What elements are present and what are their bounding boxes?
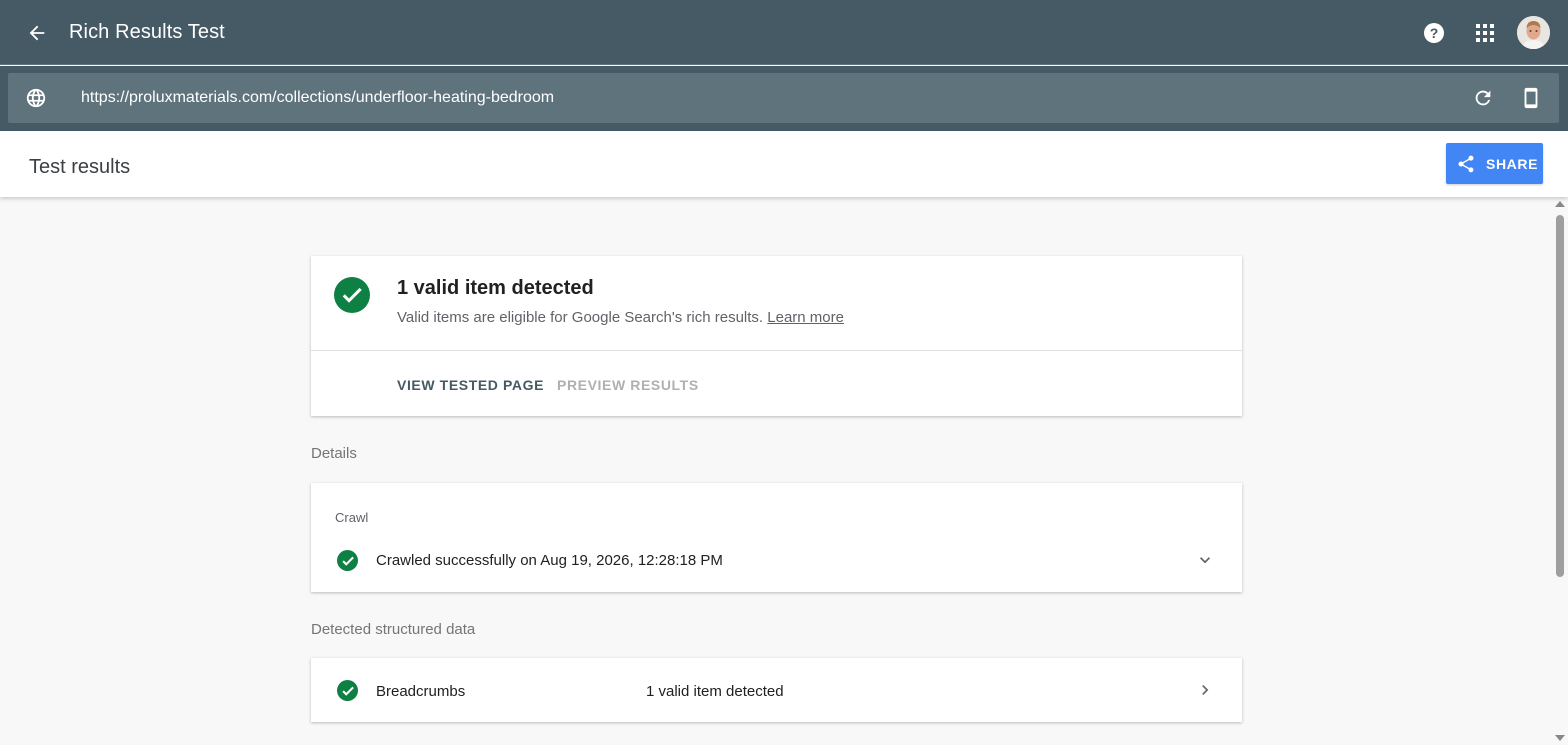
url-input[interactable]: https://proluxmaterials.com/collections/… xyxy=(81,89,554,107)
learn-more-link[interactable]: Learn more xyxy=(767,309,844,326)
smartphone-icon[interactable] xyxy=(1518,85,1544,111)
view-tested-page-button[interactable]: VIEW TESTED PAGE xyxy=(397,377,544,393)
url-bar[interactable]: https://proluxmaterials.com/collections/… xyxy=(8,73,1559,123)
structured-data-heading: Detected structured data xyxy=(311,621,476,638)
avatar[interactable] xyxy=(1517,16,1550,49)
scroll-up-arrow-icon[interactable] xyxy=(1555,201,1565,207)
url-band: https://proluxmaterials.com/collections/… xyxy=(0,66,1568,131)
crawl-card: Crawl Crawled successfully on Aug 19, 20… xyxy=(311,483,1242,592)
help-icon[interactable]: ? xyxy=(1420,19,1448,47)
crawl-label: Crawl xyxy=(335,510,369,525)
crawl-status-text: Crawled successfully on Aug 19, 2026, 12… xyxy=(376,552,723,569)
scroll-down-arrow-icon[interactable] xyxy=(1555,735,1565,741)
globe-icon xyxy=(25,87,47,109)
share-label: SHARE xyxy=(1486,155,1539,172)
chevron-right-icon[interactable] xyxy=(1193,678,1217,702)
breadcrumbs-row[interactable]: Breadcrumbs 1 valid item detected xyxy=(311,658,1242,722)
check-circle-icon xyxy=(337,550,358,571)
top-app-bar: Rich Results Test ? xyxy=(0,0,1568,65)
page-title: Test results xyxy=(29,156,131,178)
back-arrow-icon[interactable] xyxy=(22,18,52,48)
summary-subtitle: Valid items are eligible for Google Sear… xyxy=(397,309,844,326)
share-icon xyxy=(1456,154,1476,174)
share-button[interactable]: SHARE xyxy=(1446,143,1543,184)
details-heading: Details xyxy=(311,445,357,462)
check-circle-icon xyxy=(337,680,358,701)
check-circle-icon xyxy=(334,277,370,313)
svg-text:?: ? xyxy=(1430,25,1439,41)
scrollbar[interactable] xyxy=(1551,197,1568,745)
structured-item-status: 1 valid item detected xyxy=(646,683,784,700)
summary-title: 1 valid item detected xyxy=(397,277,594,299)
apps-grid-icon[interactable] xyxy=(1471,19,1499,47)
results-header: Test results SHARE xyxy=(0,131,1568,197)
summary-subtitle-text: Valid items are eligible for Google Sear… xyxy=(397,309,764,326)
reload-icon[interactable] xyxy=(1470,85,1496,111)
scroll-thumb[interactable] xyxy=(1556,215,1564,577)
divider xyxy=(311,350,1242,351)
chevron-down-icon[interactable] xyxy=(1193,548,1217,572)
preview-results-button[interactable]: PREVIEW RESULTS xyxy=(557,377,699,393)
summary-card: 1 valid item detected Valid items are el… xyxy=(311,256,1242,416)
structured-item-name: Breadcrumbs xyxy=(376,683,466,700)
app-title: Rich Results Test xyxy=(69,21,225,43)
